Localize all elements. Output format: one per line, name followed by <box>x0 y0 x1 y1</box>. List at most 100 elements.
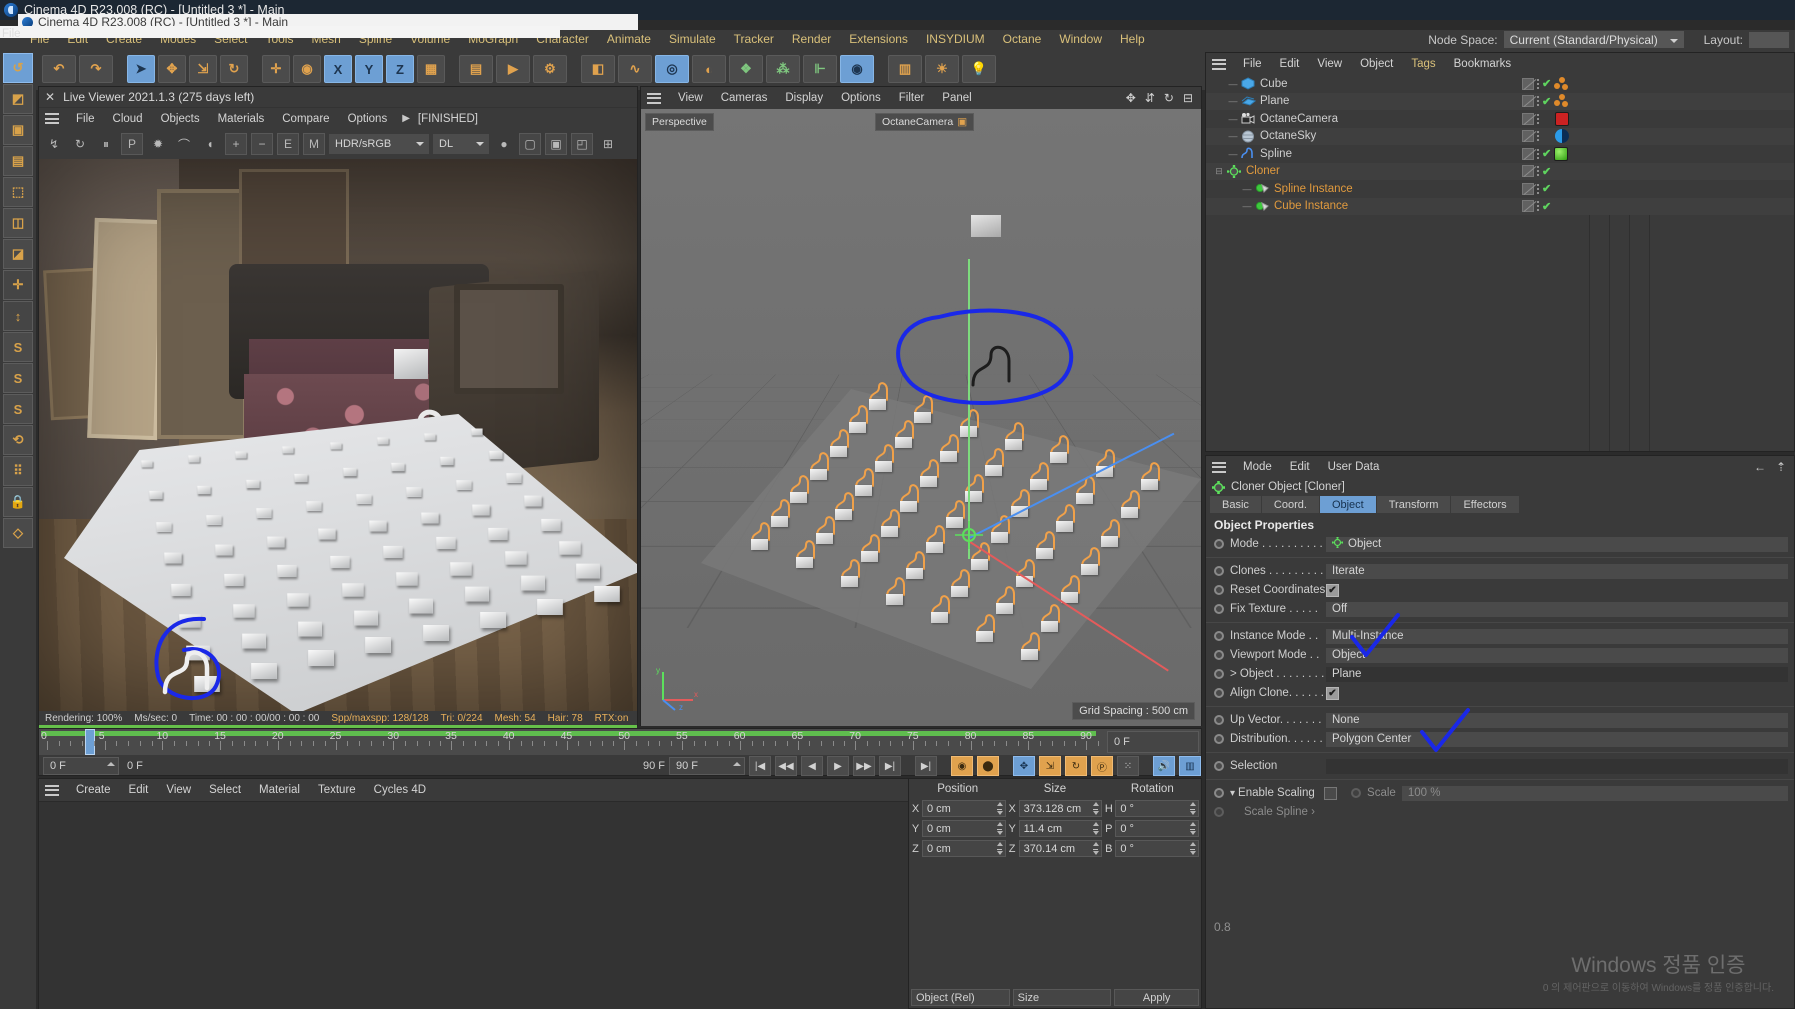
octane-camera-tag-icon[interactable] <box>1555 111 1569 126</box>
key-rotation-button[interactable]: ↻ <box>1065 756 1087 776</box>
object-row-spline[interactable]: — Spline ✔ <box>1206 145 1794 163</box>
render-view-button[interactable]: ▤ <box>459 55 493 83</box>
next-key-button[interactable]: ▶| <box>879 756 901 776</box>
attribute-control-object[interactable]: Plane <box>1326 666 1788 682</box>
layout-select[interactable] <box>1749 31 1789 49</box>
dots-icon[interactable] <box>1537 166 1539 177</box>
animation-keyframe-dot[interactable] <box>1351 788 1362 798</box>
dots-icon[interactable] <box>1537 78 1539 89</box>
sound-button[interactable]: 🔊 <box>1153 756 1175 776</box>
spinner-icon[interactable] <box>996 822 1004 835</box>
record-autokey-button[interactable]: ◉ <box>951 756 973 776</box>
key-pla-button[interactable]: ⁙ <box>1117 756 1139 776</box>
live-viewer-render-output[interactable] <box>39 159 637 711</box>
dots-icon[interactable] <box>1537 113 1539 124</box>
add-generator-button[interactable]: ◎ <box>655 55 689 83</box>
tool-edges-mode-icon[interactable]: ◫ <box>3 208 33 238</box>
tool-workplane-icon[interactable]: ⟲ <box>3 425 33 455</box>
coord-input-rotation-H[interactable]: 0 ° <box>1115 800 1200 817</box>
scale-tool-button[interactable]: ⇲ <box>189 55 217 83</box>
add-field-button[interactable]: ◉ <box>840 55 874 83</box>
lv-minus-icon[interactable]: − <box>251 133 273 155</box>
key-position-button[interactable]: ✥ <box>1013 756 1035 776</box>
dolly-icon[interactable]: ⇵ <box>1145 91 1155 105</box>
menu-item-help[interactable]: Help <box>1111 32 1154 46</box>
object-name-label[interactable]: OctaneSky <box>1260 130 1316 142</box>
move-tool-button[interactable]: ✥ <box>158 55 186 83</box>
object-name-label[interactable]: Spline Instance <box>1274 183 1353 195</box>
add-effector-button[interactable]: ⊩ <box>803 55 837 83</box>
lv-b-icon[interactable]: ▣ <box>545 133 567 155</box>
vp-menu-display[interactable]: Display <box>776 92 832 104</box>
record-button[interactable]: ⬤ <box>977 756 999 776</box>
pin-icon[interactable]: ⇡ <box>1776 460 1786 474</box>
timeline-ruler[interactable]: 0 5 10 15 20 25 30 35 40 45 50 55 60 65 70 75 80 85 90 0 F <box>39 729 1201 755</box>
animation-keyframe-dot[interactable] <box>1214 669 1224 679</box>
mat-menu-cycles4d[interactable]: Cycles 4D <box>365 784 435 796</box>
lv-menu-objects[interactable]: Objects <box>152 113 209 125</box>
chevron-down-icon[interactable]: ▾ <box>1230 788 1235 799</box>
world-object-button[interactable]: ▦ <box>417 55 445 83</box>
lv-d-icon[interactable]: ⊞ <box>597 133 619 155</box>
attribute-control-instance-mode[interactable]: Multi-Instance <box>1326 628 1788 644</box>
animation-keyframe-dot[interactable] <box>1214 734 1224 744</box>
object-name-label[interactable]: Cube Instance <box>1274 200 1348 212</box>
object-name-label[interactable]: Cube <box>1260 78 1288 90</box>
add-scene-button[interactable]: ❖ <box>729 55 763 83</box>
film-button[interactable]: ▥ <box>1179 756 1201 776</box>
mat-menu-select[interactable]: Select <box>200 784 250 796</box>
object-name-label[interactable]: Plane <box>1260 95 1289 107</box>
lv-unlock-icon[interactable]: ⌒ <box>173 133 195 155</box>
hamburger-icon[interactable] <box>45 784 59 796</box>
material-tag-icon[interactable] <box>1554 94 1569 108</box>
lv-menu-options[interactable]: Options <box>339 113 397 125</box>
mat-menu-material[interactable]: Material <box>250 784 309 796</box>
attribute-control-up-vector[interactable]: None <box>1326 712 1788 728</box>
animation-keyframe-dot[interactable] <box>1214 807 1224 817</box>
dots-icon[interactable] <box>1537 183 1539 194</box>
attribute-control-distribution[interactable]: Polygon Center <box>1326 731 1788 747</box>
coord-input-position-Z[interactable]: 0 cm <box>922 840 1006 857</box>
visibility-tag-icon[interactable] <box>1522 147 1534 160</box>
object-row-spline-instance[interactable]: — Spline Instance ✔ <box>1206 180 1794 198</box>
coord-input-size-Y[interactable]: 11.4 cm <box>1018 820 1103 837</box>
animation-keyframe-dot[interactable] <box>1214 631 1224 641</box>
object-row-cube[interactable]: — Cube ✔ <box>1206 75 1794 93</box>
animation-keyframe-dot[interactable] <box>1214 715 1224 725</box>
vp-menu-cameras[interactable]: Cameras <box>712 92 777 104</box>
menu-item-octane[interactable]: Octane <box>994 32 1051 46</box>
coord-input-rotation-P[interactable]: 0 ° <box>1115 820 1200 837</box>
visibility-tag-icon[interactable] <box>1522 130 1534 143</box>
material-tag-icon[interactable] <box>1554 76 1569 91</box>
lv-region-icon[interactable]: P <box>121 133 143 155</box>
coord-input-rotation-B[interactable]: 0 ° <box>1115 840 1200 857</box>
select-tool-button[interactable]: ➤ <box>127 55 155 83</box>
vp-menu-view[interactable]: View <box>669 92 712 104</box>
viewport-canvas[interactable]: Perspective OctaneCamera ▣ Grid Spacing … <box>641 109 1201 726</box>
attribute-tab-effectors[interactable]: Effectors <box>1451 496 1519 513</box>
hamburger-icon[interactable] <box>1212 461 1226 473</box>
add-bulb-button[interactable]: 💡 <box>962 55 996 83</box>
hamburger-icon[interactable] <box>1212 58 1226 70</box>
z-axis-button[interactable]: Z <box>386 55 414 83</box>
lv-a-icon[interactable]: ▢ <box>519 133 541 155</box>
om-menu-bookmarks[interactable]: Bookmarks <box>1445 58 1521 70</box>
chevron-right-icon[interactable]: ▶ <box>396 113 416 124</box>
tree-toggle-icon[interactable]: ⊟ <box>1212 166 1226 177</box>
menu-item-animate[interactable]: Animate <box>598 32 660 46</box>
attribute-tab-transform[interactable]: Transform <box>1376 496 1451 513</box>
axis-lock-button[interactable]: ✛ <box>262 55 290 83</box>
lv-plus-icon[interactable]: + <box>225 133 247 155</box>
step-forward-button[interactable]: ▶▶ <box>853 756 875 776</box>
tool-quantize-icon[interactable]: ◇ <box>3 518 33 548</box>
checkbox-reset-coordinates[interactable]: ✔ <box>1326 583 1339 597</box>
vp-menu-panel[interactable]: Panel <box>933 92 980 104</box>
goto-start-button[interactable]: |◀ <box>749 756 771 776</box>
attribute-control-mode[interactable]: Object <box>1326 536 1788 552</box>
vp-menu-filter[interactable]: Filter <box>890 92 934 104</box>
undo-button[interactable]: ↶ <box>42 55 76 83</box>
tree-toggle-icon[interactable]: — <box>1240 184 1254 194</box>
hamburger-icon[interactable] <box>647 92 661 104</box>
tool-undo-icon[interactable]: ↺ <box>3 53 33 83</box>
lv-menu-file[interactable]: File <box>67 113 104 125</box>
